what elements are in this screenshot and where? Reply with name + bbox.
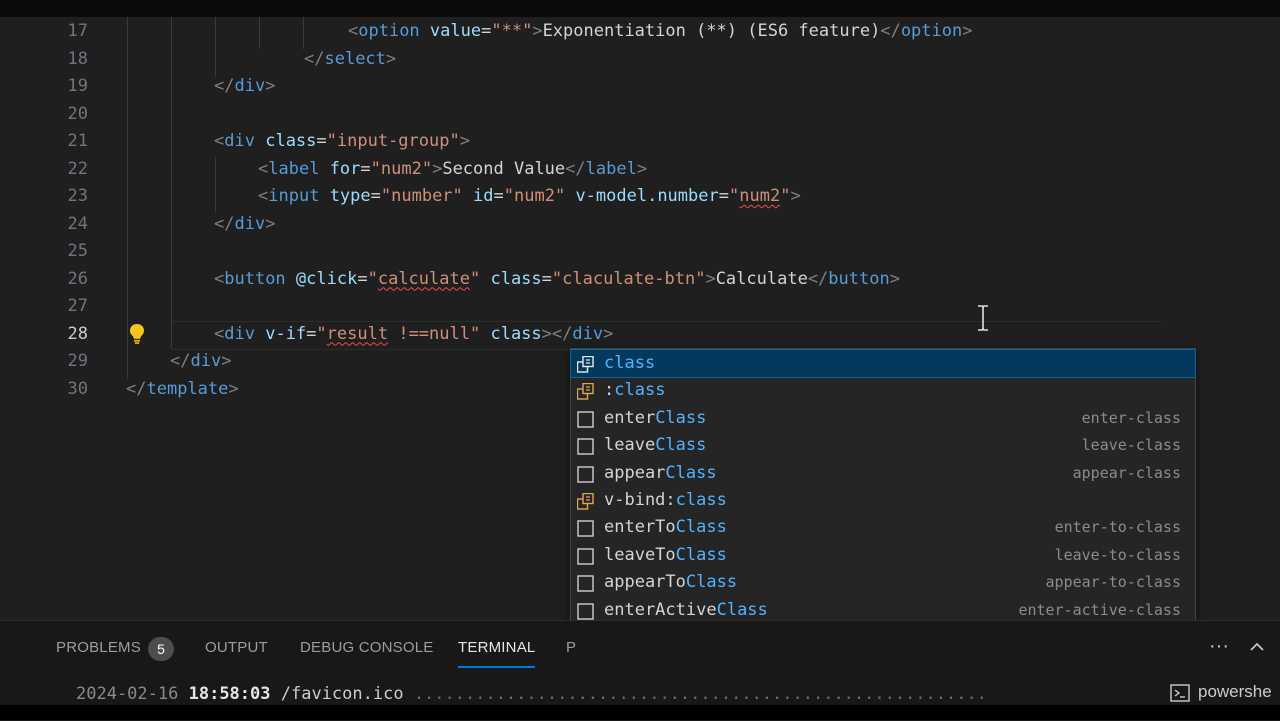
code-text: </template> xyxy=(126,378,239,399)
code-line[interactable]: 28 <div v-if="result !==null" class></div… xyxy=(0,321,1280,348)
terminal-shell-name: powershe xyxy=(1198,682,1272,701)
suggestion-label: appearClass xyxy=(604,462,717,483)
log-dots: ........................................… xyxy=(403,684,987,704)
code-text: </select> xyxy=(304,48,397,69)
tab-debug-console[interactable]: DEBUG CONSOLE xyxy=(300,639,433,656)
terminal-output-line: 2024-02-16 18:58:03 /favicon.ico .......… xyxy=(76,684,987,704)
suggestion-item[interactable]: enterClass enter-class xyxy=(571,405,1195,432)
code-text: <input type="number" id="num2" v-model.n… xyxy=(258,186,801,206)
suggestion-label: enterClass xyxy=(604,407,707,428)
tab-ports[interactable]: P xyxy=(566,639,576,656)
line-number: 26 xyxy=(67,268,88,289)
window-bottom-strip xyxy=(0,705,1280,720)
code-text: <button @click="calculate" class="clacul… xyxy=(214,268,900,289)
suggestion-detail: appear-class xyxy=(1072,463,1181,482)
tab-output[interactable]: OUTPUT xyxy=(205,639,268,656)
log-date: 2024-02-16 xyxy=(76,684,179,704)
more-actions-icon[interactable]: ··· xyxy=(1209,635,1229,658)
line-number: 18 xyxy=(67,48,88,69)
line-number: 23 xyxy=(67,186,88,206)
suggestion-label: :class xyxy=(604,380,666,401)
suggestion-label: leaveToClass xyxy=(604,544,727,565)
window-top-strip xyxy=(0,0,1280,17)
suggestion-detail: appear-to-class xyxy=(1045,573,1181,592)
code-line[interactable]: 18 </select> xyxy=(0,46,1280,73)
line-number: 20 xyxy=(67,103,88,124)
code-text: </div> xyxy=(214,213,276,234)
chevron-up-icon[interactable] xyxy=(1249,639,1265,655)
suggestion-label: v-bind:class xyxy=(604,490,727,510)
suggestion-item[interactable]: enterToClass enter-to-class xyxy=(571,514,1195,541)
suggestion-detail: enter-class xyxy=(1081,408,1181,427)
suggestion-label: enterToClass xyxy=(604,517,727,538)
code-line[interactable]: 17 <option value="**">Exponentiation (**)… xyxy=(0,18,1280,45)
line-number: 30 xyxy=(67,378,88,399)
line-number: 21 xyxy=(67,131,88,151)
code-text: </div> xyxy=(170,351,232,371)
code-line[interactable]: 26 <button @click="calculate" class="clac… xyxy=(0,266,1280,293)
suggestion-label: appearToClass xyxy=(604,572,738,593)
code-text: <label for="num2">Second Value</label> xyxy=(258,158,648,179)
code-line[interactable]: 23 <input type="number" id="num2" v-model… xyxy=(0,183,1280,210)
line-number: 27 xyxy=(67,296,88,316)
suggestion-detail: leave-class xyxy=(1081,436,1181,455)
code-text: </div> xyxy=(214,76,276,96)
suggestion-detail: enter-to-class xyxy=(1054,518,1181,537)
suggestion-item[interactable]: class xyxy=(570,349,1196,378)
line-number: 22 xyxy=(67,158,88,179)
property-icon xyxy=(576,355,594,373)
log-path: /favicon.ico xyxy=(280,684,404,704)
suggestion-label: leaveClass xyxy=(604,435,707,456)
line-number: 28 xyxy=(67,323,88,344)
line-number: 24 xyxy=(67,213,88,234)
code-text: <div class="input-group"> xyxy=(214,131,470,151)
suggestion-item[interactable]: leaveToClass leave-to-class xyxy=(571,542,1195,569)
suggestion-item[interactable]: leaveClass leave-class xyxy=(571,432,1195,459)
tab-terminal[interactable]: TERMINAL xyxy=(458,639,536,668)
code-line[interactable]: 20 xyxy=(0,101,1280,128)
line-number: 19 xyxy=(67,76,88,96)
code-line[interactable]: 22 <label for="num2">Second Value</label> xyxy=(0,156,1280,183)
square-icon xyxy=(577,602,594,620)
suggestion-item[interactable]: appearToClass appear-to-class xyxy=(571,569,1195,596)
code-line[interactable]: 19 </div> xyxy=(0,73,1280,100)
suggestion-item[interactable]: v-bind:class xyxy=(571,487,1195,514)
terminal-icon xyxy=(1170,684,1190,702)
square-icon xyxy=(577,410,594,428)
code-line[interactable]: 24 </div> xyxy=(0,211,1280,238)
code-line[interactable]: 27 xyxy=(0,293,1280,320)
suggestion-item[interactable]: :class xyxy=(571,377,1195,404)
square-icon xyxy=(577,574,594,592)
square-icon xyxy=(577,465,594,483)
square-icon xyxy=(577,519,594,538)
log-time: 18:58:03 xyxy=(188,684,271,704)
suggestion-detail: leave-to-class xyxy=(1054,545,1181,564)
suggestion-label: class xyxy=(604,353,656,373)
line-number: 29 xyxy=(67,351,88,371)
code-text: <div v-if="result !==null" class></div> xyxy=(214,323,614,344)
code-line[interactable]: 25 xyxy=(0,238,1280,265)
tab-problems[interactable]: PROBLEMS xyxy=(56,639,141,656)
code-line[interactable]: 21 <div class="input-group"> xyxy=(0,128,1280,155)
square-icon xyxy=(577,437,594,455)
property-icon xyxy=(576,492,594,510)
property-icon xyxy=(576,382,594,401)
line-number: 17 xyxy=(67,21,88,41)
code-text: <option value="**">Exponentiation (**) (… xyxy=(348,21,973,41)
line-number: 25 xyxy=(67,241,88,261)
square-icon xyxy=(577,547,594,565)
problems-count-badge: 5 xyxy=(148,637,174,661)
suggestion-item[interactable]: appearClass appear-class xyxy=(571,460,1195,487)
